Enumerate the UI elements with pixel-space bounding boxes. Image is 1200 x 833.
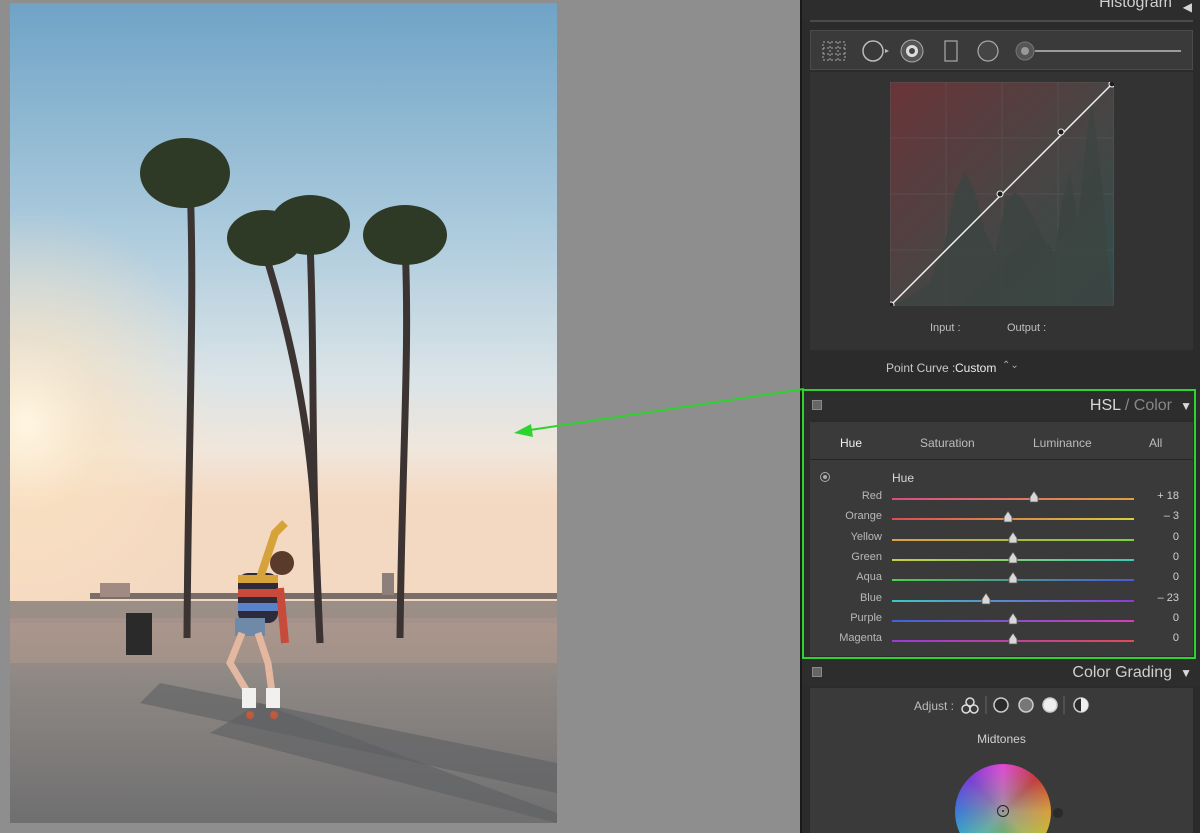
tone-curve-area: Input : Output : [810, 72, 1193, 350]
color-grading-body: Adjust : Midtones [810, 688, 1193, 833]
histogram-header[interactable]: Histogram ◀ [802, 0, 1200, 20]
curve-slider[interactable] [1011, 39, 1181, 63]
adjust-mode-icons [961, 696, 1089, 714]
midtones-circle-icon[interactable] [1018, 697, 1034, 713]
curve-output-label: Output : [1007, 322, 1047, 334]
adjust-label: Adjust : [914, 699, 955, 713]
tone-curve-toolbar [810, 30, 1193, 70]
three-way-icon[interactable] [961, 697, 979, 714]
triangle-down-icon[interactable]: ▼ [1180, 666, 1192, 680]
rect-curve-icon[interactable] [941, 39, 961, 63]
point-curve-icon[interactable] [975, 39, 1001, 63]
color-wheel[interactable] [955, 764, 1051, 833]
global-circle-icon[interactable] [1073, 697, 1089, 713]
shadows-circle-icon[interactable] [993, 697, 1009, 713]
color-grading-header[interactable]: Color Grading ▼ [802, 660, 1200, 686]
point-curve-select[interactable]: Custom [955, 361, 996, 375]
midtones-label: Midtones [977, 732, 1026, 746]
wheel-side-handle[interactable] [1053, 808, 1063, 818]
photo-preview [10, 3, 557, 823]
target-adjust-icon[interactable] [861, 39, 891, 63]
curve-input-label: Input : [930, 322, 961, 334]
highlights-circle-icon[interactable] [1042, 697, 1058, 713]
wheel-center-handle[interactable] [997, 805, 1009, 817]
point-curve-label: Point Curve : [886, 361, 956, 375]
hsl-highlight-box [802, 389, 1196, 659]
updown-arrow-icon[interactable]: ⌃⌄ [1002, 360, 1019, 371]
beach-skater-photo [10, 3, 557, 823]
triangle-left-icon[interactable]: ◀ [1183, 0, 1192, 14]
histogram-title: Histogram [1099, 0, 1172, 11]
parametric-curve-icon[interactable] [899, 39, 925, 63]
divider [810, 20, 1193, 22]
color-grading-title: Color Grading [1072, 664, 1172, 681]
panel-toggle-switch[interactable] [812, 667, 822, 677]
tone-curve-graph[interactable] [890, 82, 1114, 306]
point-curve-row: Point Curve : Custom ⌃⌄ [802, 355, 1200, 385]
grid-icon[interactable] [821, 39, 847, 63]
